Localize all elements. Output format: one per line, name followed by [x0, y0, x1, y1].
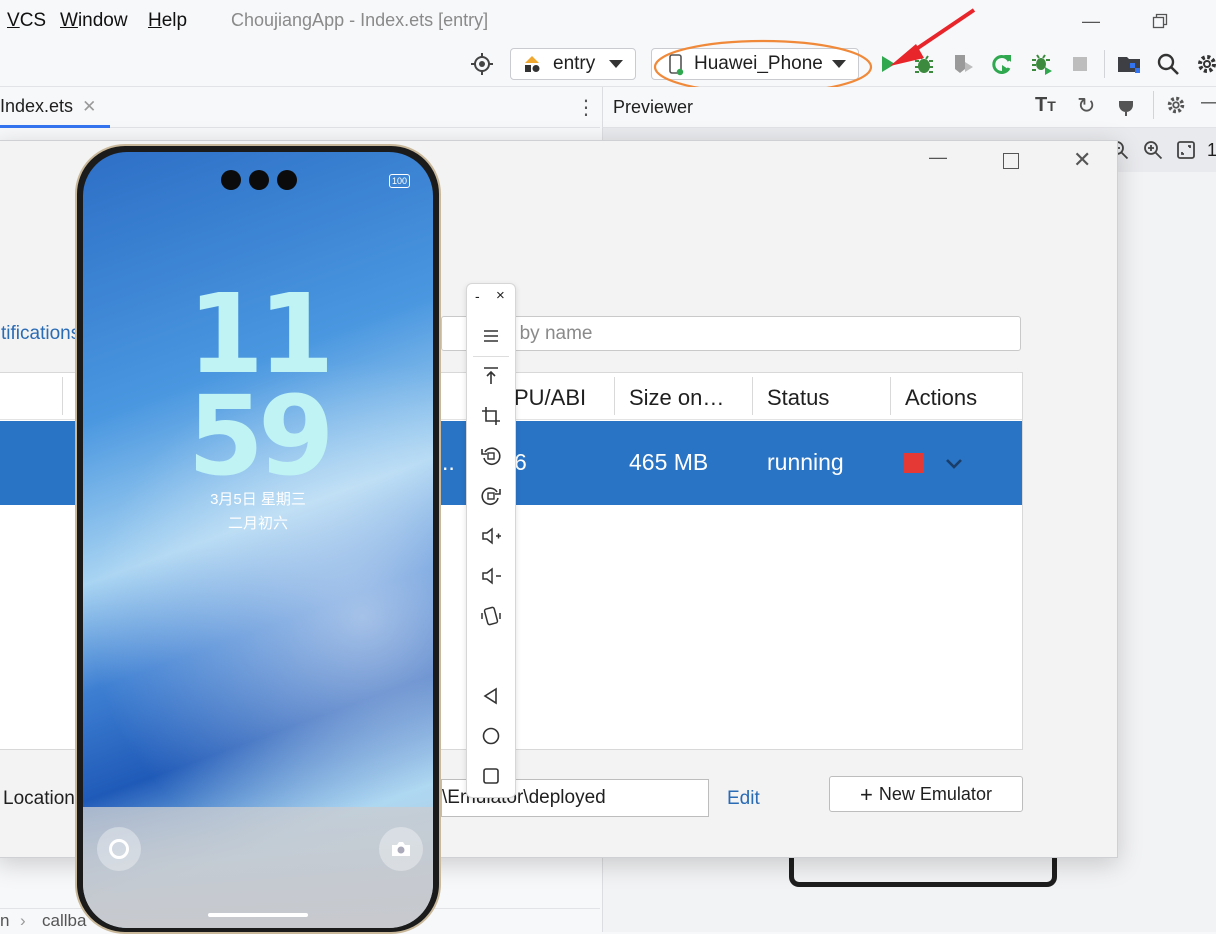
chevron-down-icon	[609, 60, 623, 68]
column-separator	[752, 377, 753, 415]
camera-shortcut-icon[interactable]	[379, 827, 423, 871]
phone-lock-screen[interactable]: 100 11 59 3月5日 星期三 二月初六	[83, 152, 433, 928]
stop-emulator-icon[interactable]	[904, 453, 924, 473]
zoom-level: 1	[1207, 140, 1216, 160]
notifications-link[interactable]: tifications	[1, 323, 80, 345]
toolbar-divider	[1104, 50, 1105, 78]
camera-hole-icon	[249, 170, 269, 190]
attach-debugger-icon[interactable]	[1030, 52, 1054, 76]
chevron-down-icon[interactable]	[944, 451, 964, 478]
menu-help[interactable]: Help	[148, 10, 187, 32]
main-toolbar: entry Huawei_Phone	[0, 8, 1216, 95]
zoom-in-icon[interactable]	[1143, 140, 1163, 165]
hide-panel-icon[interactable]: —	[1201, 91, 1216, 114]
column-separator	[890, 377, 891, 415]
row-status-cell: running	[767, 449, 844, 475]
column-separator	[62, 377, 63, 415]
breadcrumb-separator-icon: ›	[20, 911, 26, 930]
toolbar-divider	[1153, 91, 1154, 119]
column-header-abi[interactable]: PU/ABI	[514, 385, 586, 411]
menu-vcs[interactable]: VCS	[7, 10, 46, 32]
shake-icon[interactable]	[479, 604, 503, 628]
module-selector-label: entry	[553, 53, 596, 74]
title-bar: VCS Window Help ChoujiangApp - Index.ets…	[0, 0, 1216, 42]
device-search-input[interactable]: r by name	[441, 316, 1021, 351]
fit-screen-icon[interactable]	[1176, 140, 1196, 165]
dialog-minimize-icon[interactable]: —	[929, 147, 947, 168]
refresh-icon[interactable]: ↻	[1077, 93, 1095, 119]
lunar-date: 二月初六	[227, 515, 288, 532]
close-tab-icon[interactable]: ✕	[82, 97, 96, 116]
column-header-actions[interactable]: Actions	[905, 385, 977, 411]
row-truncated-cell: ..	[442, 449, 455, 475]
camera-hole-icon	[221, 170, 241, 190]
location-label: Location	[3, 788, 75, 809]
lock-date: 3月5日 星期三	[210, 491, 306, 508]
phone-emulator: 100 11 59 3月5日 星期三 二月初六	[75, 144, 441, 934]
dialog-maximize-icon[interactable]	[1003, 153, 1019, 169]
side-divider	[473, 356, 509, 357]
settings-gear-icon[interactable]	[1195, 52, 1216, 76]
previewer-title: Previewer	[613, 97, 694, 117]
apply-changes-icon[interactable]	[990, 52, 1014, 76]
font-size-icon[interactable]: TT	[1035, 94, 1056, 117]
previewer-header: Previewer TT ↻ —	[602, 87, 1216, 128]
battery-icon: 100	[389, 174, 411, 188]
menu-icon[interactable]	[479, 324, 503, 348]
emulator-side-controls: - ×	[466, 283, 516, 798]
more-options-icon[interactable]: ⋮	[576, 95, 596, 120]
plug-icon[interactable]	[1115, 94, 1137, 121]
column-separator	[614, 377, 615, 415]
menu-window[interactable]: Window	[60, 10, 128, 32]
red-arrow-annotation	[890, 8, 976, 66]
back-icon[interactable]	[479, 684, 503, 708]
module-selector[interactable]: entry	[510, 48, 636, 80]
clock-minutes: 59	[187, 372, 334, 500]
home-indicator[interactable]	[208, 913, 308, 917]
previewer-settings-icon[interactable]	[1165, 94, 1187, 121]
window-title: ChoujiangApp - Index.ets [entry]	[231, 10, 489, 30]
search-icon[interactable]	[1156, 52, 1180, 76]
camera-hole-icon	[277, 170, 297, 190]
tab-label: Index.ets	[0, 96, 74, 116]
restore-window-icon[interactable]	[1140, 6, 1180, 36]
lock-bottom-area	[83, 807, 433, 928]
home-icon[interactable]	[479, 724, 503, 748]
editor-tab-row: Index.ets ✕ ⋮	[0, 87, 600, 128]
rotate-left-icon[interactable]	[479, 444, 503, 468]
plus-icon: +	[860, 782, 873, 807]
recents-icon[interactable]	[479, 764, 503, 788]
assistant-icon[interactable]	[97, 827, 141, 871]
new-emulator-button[interactable]: + New Emulator	[829, 776, 1023, 812]
rotate-right-icon[interactable]	[479, 484, 503, 508]
module-icon	[525, 56, 540, 72]
pin-top-icon[interactable]	[479, 364, 503, 388]
volume-up-icon[interactable]	[479, 524, 503, 548]
side-close-icon[interactable]: ×	[496, 287, 505, 304]
stop-icon[interactable]	[1068, 52, 1092, 76]
tab-index-ets[interactable]: Index.ets ✕	[0, 87, 110, 128]
volume-down-icon[interactable]	[479, 564, 503, 588]
edit-location-link[interactable]: Edit	[727, 788, 760, 810]
breadcrumb-item[interactable]: callba	[42, 911, 86, 931]
side-minimize-icon[interactable]: -	[475, 288, 480, 304]
crop-icon[interactable]	[479, 404, 503, 428]
locate-target-icon[interactable]	[470, 52, 494, 76]
device-manager-icon[interactable]	[1116, 52, 1140, 76]
minimize-window-icon[interactable]: —	[1071, 6, 1111, 36]
row-size-cell: 465 MB	[629, 449, 709, 475]
column-header-size[interactable]: Size on…	[629, 385, 724, 411]
column-header-status[interactable]: Status	[767, 385, 829, 411]
dialog-close-icon[interactable]: ✕	[1073, 147, 1091, 173]
